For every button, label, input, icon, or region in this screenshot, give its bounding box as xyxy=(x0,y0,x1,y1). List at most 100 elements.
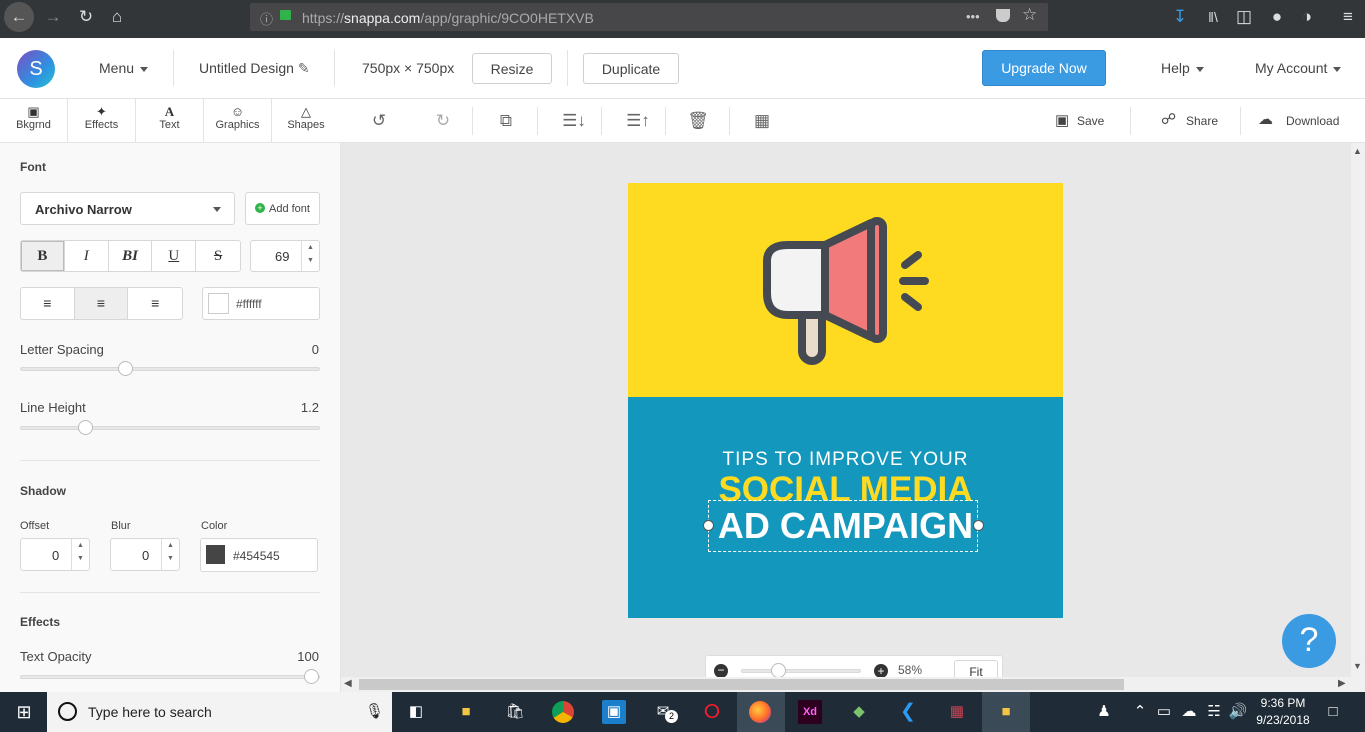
strikethrough-button[interactable]: S xyxy=(196,241,240,271)
help-button[interactable]: ? xyxy=(1282,614,1336,668)
chrome-icon[interactable] xyxy=(552,701,574,723)
task-view-icon[interactable]: ◧ xyxy=(404,700,428,724)
grid-icon[interactable]: ▦ xyxy=(742,99,782,143)
align-center-icon[interactable]: ≡ xyxy=(74,288,129,319)
tab-shapes[interactable]: △ Shapes xyxy=(272,99,340,142)
stepper-arrows-icon[interactable]: ▲ ▼ xyxy=(71,539,89,570)
opera-icon[interactable]: ⭘ xyxy=(700,700,724,724)
taskbar-search-box[interactable]: Type here to search 🎙 xyxy=(47,692,392,732)
help-dropdown[interactable]: Help xyxy=(1161,60,1204,76)
extension-icon[interactable]: ● xyxy=(1262,0,1292,34)
align-right-icon[interactable]: ≡ xyxy=(128,288,182,319)
undo-icon[interactable]: ↺ xyxy=(359,99,399,143)
font-size-stepper[interactable]: 69 ▲ ▼ xyxy=(250,240,320,272)
send-backward-icon[interactable]: ☰↓ xyxy=(549,99,599,143)
share-button[interactable]: ☍ Share xyxy=(1159,99,1239,143)
scrollbar-thumb[interactable] xyxy=(359,679,1124,690)
scroll-left-icon[interactable]: ◀ xyxy=(344,678,352,689)
resize-handle-right[interactable] xyxy=(973,520,984,531)
tab-effects[interactable]: ✦ Effects xyxy=(68,99,136,142)
my-account-dropdown[interactable]: My Account xyxy=(1255,60,1342,76)
winrar-icon[interactable]: ▦ xyxy=(945,700,969,724)
line-height-slider[interactable] xyxy=(20,420,320,435)
notification-icon[interactable]: □ xyxy=(1321,700,1345,724)
delete-icon[interactable]: 🗑 xyxy=(678,99,718,143)
shadow-offset-stepper[interactable]: 0 ▲ ▼ xyxy=(20,538,90,571)
scroll-right-icon[interactable]: ▶ xyxy=(1338,678,1346,689)
people-icon[interactable]: ♟ xyxy=(1092,700,1116,724)
back-button[interactable]: ← xyxy=(4,2,34,32)
adobe-xd-icon[interactable]: Xd xyxy=(798,700,822,724)
add-font-button[interactable]: + Add font xyxy=(245,192,320,225)
android-studio-icon[interactable]: ◆ xyxy=(847,700,871,724)
megaphone-graphic[interactable] xyxy=(753,213,938,368)
stepper-arrows-icon[interactable]: ▲ ▼ xyxy=(301,241,319,271)
tab-text[interactable]: A Text xyxy=(136,99,204,142)
scroll-up-icon[interactable]: ▲ xyxy=(1353,146,1362,156)
letter-spacing-slider[interactable] xyxy=(20,361,320,376)
resize-handle-left[interactable] xyxy=(703,520,714,531)
bold-button[interactable]: B xyxy=(21,241,65,271)
onedrive-folder-icon[interactable]: ■ xyxy=(994,700,1018,724)
forward-button[interactable]: → xyxy=(38,0,68,34)
headline-line-1[interactable]: TIPS TO IMPROVE YOUR xyxy=(628,449,1063,471)
library-icon[interactable]: ‖\ xyxy=(1198,0,1228,34)
underline-button[interactable]: U xyxy=(152,241,197,271)
bookmark-star-icon[interactable]: ☆ xyxy=(1022,5,1037,25)
stepper-arrows-icon[interactable]: ▲ ▼ xyxy=(161,539,179,570)
vscode-icon[interactable]: ❮ xyxy=(896,700,920,724)
text-color-picker[interactable]: #ffffff xyxy=(202,287,320,320)
store-icon[interactable]: 🛍 xyxy=(503,700,527,724)
mail-icon[interactable]: ✉ 2 xyxy=(651,700,678,724)
zoom-slider[interactable] xyxy=(741,663,861,678)
resize-button[interactable]: Resize xyxy=(472,53,552,84)
sidebar-icon[interactable]: ◫ xyxy=(1229,0,1259,34)
file-explorer-icon[interactable]: ■ xyxy=(454,700,478,724)
zoom-out-icon[interactable]: − xyxy=(714,664,728,678)
slider-knob[interactable] xyxy=(771,663,786,678)
firefox-icon[interactable] xyxy=(749,701,771,723)
shadow-color-picker[interactable]: #454545 xyxy=(200,538,318,572)
italic-button[interactable]: I xyxy=(65,241,109,271)
vertical-scrollbar[interactable]: ▲ ▼ xyxy=(1351,143,1365,677)
zoom-in-icon[interactable]: + xyxy=(874,664,888,678)
wifi-icon[interactable]: ☵ xyxy=(1202,700,1226,724)
horizontal-scrollbar[interactable]: ◀ ▶ xyxy=(341,677,1365,692)
slider-knob[interactable] xyxy=(118,361,133,376)
font-family-select[interactable]: Archivo Narrow xyxy=(20,192,235,225)
home-icon[interactable]: ⌂ xyxy=(102,0,132,34)
microphone-icon[interactable]: 🎙 xyxy=(365,702,384,720)
tab-graphics[interactable]: ☺ Graphics xyxy=(204,99,272,142)
clock[interactable]: 9:36 PM 9/23/2018 xyxy=(1253,695,1313,729)
reload-icon[interactable]: ↻ xyxy=(71,0,101,34)
scroll-down-icon[interactable]: ▼ xyxy=(1353,661,1362,671)
profile-icon[interactable]: ◑ xyxy=(1292,0,1322,34)
slider-knob[interactable] xyxy=(78,420,93,435)
app-icon-blue[interactable]: ▣ xyxy=(602,700,626,724)
text-opacity-slider[interactable] xyxy=(20,669,320,684)
selection-box[interactable] xyxy=(708,500,978,552)
address-bar[interactable]: ⓘ https://snappa.com/app/graphic/9CO0HET… xyxy=(250,3,1048,31)
slider-knob[interactable] xyxy=(304,669,319,684)
redo-icon[interactable]: ↻ xyxy=(423,99,463,143)
design-name[interactable]: Untitled Design ✎ xyxy=(199,60,310,77)
windows-start-icon[interactable]: ⊞ xyxy=(12,700,36,724)
menu-dropdown[interactable]: Menu xyxy=(99,60,149,76)
hamburger-menu-icon[interactable]: ≡ xyxy=(1333,0,1363,34)
page-actions-icon[interactable]: ••• xyxy=(966,9,980,24)
tab-background[interactable]: ▣ Bkgrnd xyxy=(0,99,68,142)
bold-italic-button[interactable]: BI xyxy=(109,241,153,271)
save-button[interactable]: ▣ Save xyxy=(1053,99,1123,143)
tray-chevron-icon[interactable]: ⌃ xyxy=(1128,700,1152,724)
download-button[interactable]: ☁ Download xyxy=(1257,99,1357,143)
upgrade-now-button[interactable]: Upgrade Now xyxy=(982,50,1106,86)
duplicate-button[interactable]: Duplicate xyxy=(583,53,679,84)
bring-forward-icon[interactable]: ☰↑ xyxy=(613,99,663,143)
shadow-blur-stepper[interactable]: 0 ▲ ▼ xyxy=(110,538,180,571)
onedrive-icon[interactable]: ☁ xyxy=(1177,700,1201,724)
volume-icon[interactable]: 🔊 xyxy=(1226,700,1250,724)
pocket-icon[interactable] xyxy=(996,9,1010,22)
copy-icon[interactable]: ⧉ xyxy=(486,99,526,143)
download-arrow-icon[interactable]: ↧ xyxy=(1165,0,1195,34)
align-left-icon[interactable]: ≡ xyxy=(21,288,75,319)
